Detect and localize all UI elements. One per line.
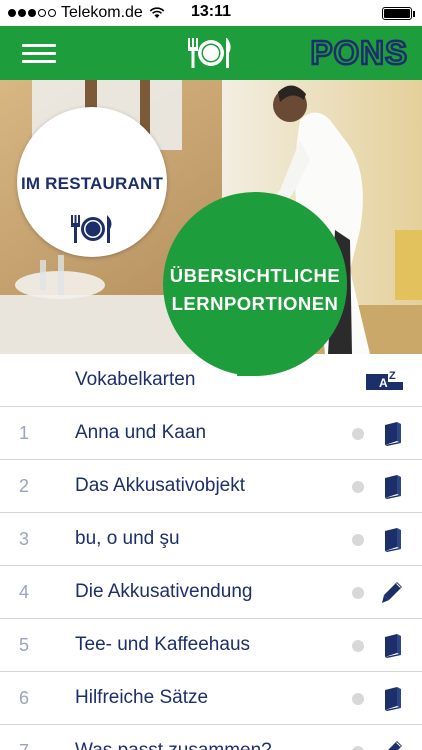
bubble-line-1: ÜBERSICHTLICHE (169, 265, 341, 286)
lesson-list: Vokabelkarten Z A 1 Anna und Kaan 2 Das Akk… (0, 354, 422, 750)
topic-circle: IM RESTAURANT (17, 107, 167, 257)
lesson-row[interactable]: 6 Hilfreiche Sätze (0, 672, 422, 725)
plate-cutlery-icon (188, 38, 231, 68)
lesson-number: 3 (19, 529, 30, 549)
book-icon (385, 475, 401, 499)
svg-text:Z: Z (389, 370, 396, 382)
feature-bubble-text: ÜBERSICHTLICHE LERNPORTIONEN (161, 262, 349, 318)
progress-dot (352, 481, 364, 493)
lesson-title: Das Akkusativobjekt (75, 475, 246, 496)
top-nav-bar: PONS (0, 26, 422, 80)
lesson-number: 7 (19, 741, 29, 750)
status-bar: Telekom.de 13:11 (0, 0, 422, 26)
progress-dot (352, 693, 364, 705)
progress-dot (352, 428, 364, 440)
lesson-number: 4 (19, 582, 30, 602)
progress-dot (352, 640, 364, 652)
lesson-row[interactable]: 4 Die Akkusativendung (0, 566, 422, 619)
lesson-number: 1 (19, 423, 30, 443)
lesson-row[interactable]: 7 Was passt zusammen? (0, 725, 422, 750)
lesson-title: Hilfreiche Sätze (75, 687, 209, 708)
lesson-number: 2 (19, 476, 30, 496)
pons-logo[interactable]: PONS (309, 33, 408, 73)
lesson-title: Tee- und Kaffeehaus (75, 634, 251, 655)
bubble-line-2: LERNPORTIONEN (171, 293, 339, 314)
progress-dot (352, 746, 364, 750)
lesson-title: Die Akkusativendung (75, 581, 253, 602)
svg-text:A: A (379, 376, 388, 390)
topic-title: IM RESTAURANT (20, 174, 164, 193)
plate-cutlery-icon (71, 215, 112, 243)
book-icon (385, 687, 401, 711)
book-icon (385, 634, 401, 658)
status-time: 13:11 (190, 3, 232, 20)
lesson-row[interactable]: 1 Anna und Kaan (0, 407, 422, 460)
pencil-icon (388, 741, 402, 750)
lesson-number: 6 (19, 688, 30, 708)
lesson-number: 5 (19, 635, 30, 655)
lesson-row[interactable]: 5 Tee- und Kaffeehaus (0, 619, 422, 672)
lesson-row[interactable]: 2 Das Akkusativobjekt (0, 460, 422, 513)
lesson-row[interactable]: 3 bu, o und şu (0, 513, 422, 566)
pencil-icon (382, 582, 402, 603)
battery-icon (382, 7, 415, 20)
az-sort-icon: Z A (366, 368, 403, 390)
book-icon (385, 528, 401, 552)
book-icon (385, 422, 401, 446)
hamburger-menu-button[interactable] (22, 39, 56, 67)
lesson-title: Was passt zusammen? (75, 740, 272, 750)
progress-dot (352, 587, 364, 599)
lesson-title: bu, o und şu (75, 528, 180, 549)
lesson-title: Anna und Kaan (75, 422, 207, 443)
progress-dot (352, 534, 364, 546)
